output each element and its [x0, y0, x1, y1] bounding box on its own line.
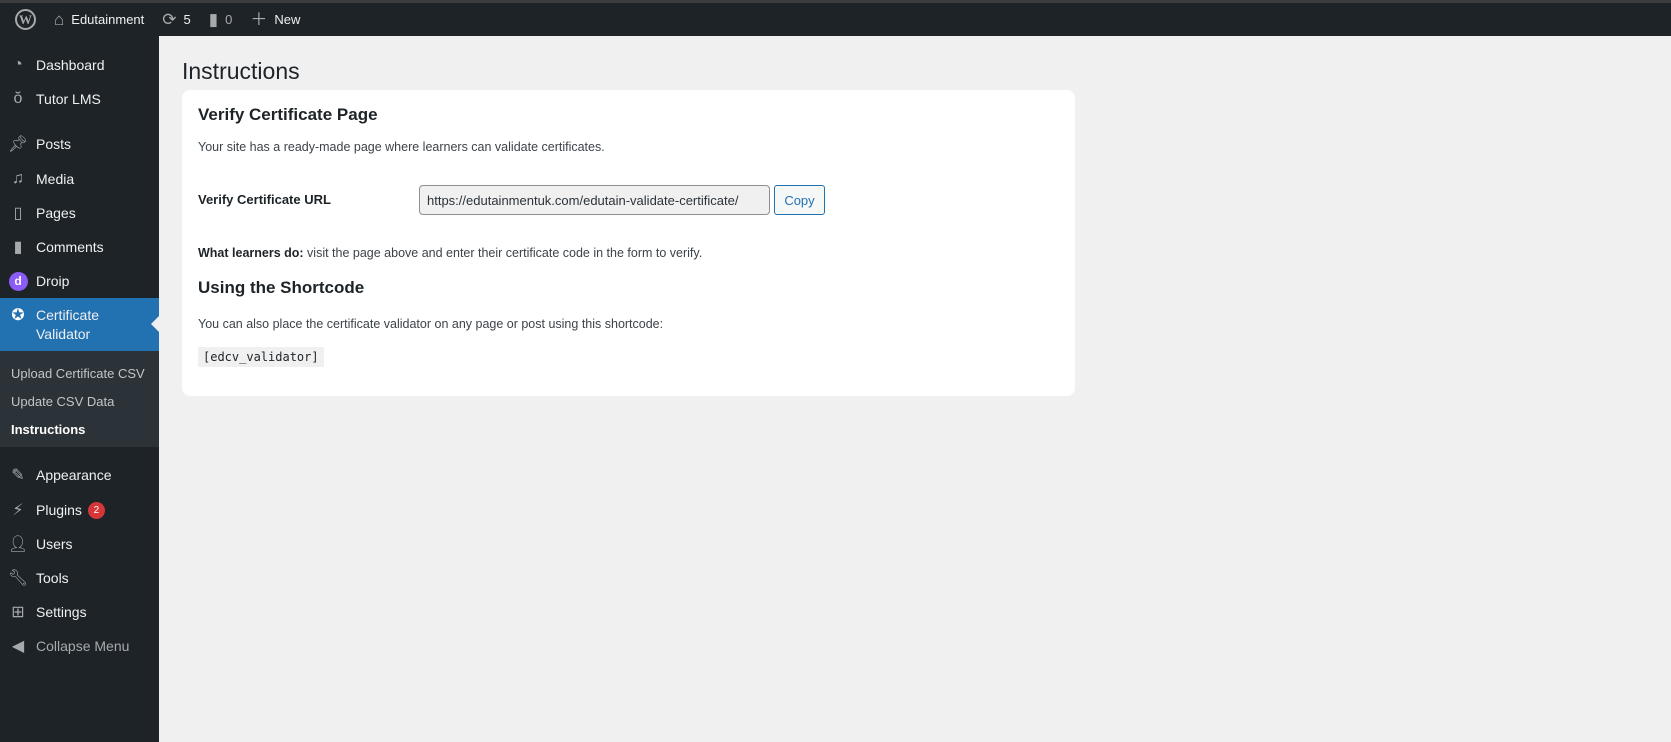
menu-label: Appearance — [36, 467, 112, 483]
pin-icon: 📌︎ — [7, 136, 29, 153]
sidebar-item-media[interactable]: ♫ Media — [0, 162, 159, 196]
sidebar-item-pages[interactable]: ▯ Pages — [0, 196, 159, 230]
sidebar-item-settings[interactable]: ⊞ Settings — [0, 595, 159, 629]
comment-icon: ▮ — [208, 10, 219, 29]
collapse-menu-button[interactable]: ◀ Collapse Menu — [0, 629, 159, 663]
sidebar-item-plugins[interactable]: ⚡︎ Plugins 2 — [0, 493, 159, 527]
menu-label: Users — [36, 536, 73, 552]
shortcode-code: [edcv_validator] — [198, 347, 324, 367]
sidebar-item-dashboard[interactable]: ◔ Dashboard — [0, 48, 159, 82]
menu-label: Certificate Validator — [36, 307, 100, 342]
pages-icon: ▯ — [13, 205, 23, 222]
collapse-icon: ◀ — [11, 638, 25, 655]
comments-link[interactable]: ▮ 0 — [200, 3, 242, 36]
dashboard-icon: ◔ — [13, 56, 23, 73]
shortcode-description: You can also place the certificate valid… — [198, 317, 664, 331]
sidebar-item-tutor-lms[interactable]: ŏ Tutor LMS — [0, 82, 159, 116]
learners-label: What learners do: — [198, 246, 304, 260]
award-icon: ✪ — [11, 307, 25, 324]
wrench-icon: 🔧︎ — [7, 570, 29, 587]
menu-label: Plugins — [36, 502, 82, 518]
submenu-upload-csv[interactable]: Upload Certificate CSV — [0, 359, 159, 387]
menu-label: Pages — [36, 205, 76, 221]
wordpress-logo-icon: W — [15, 9, 36, 30]
admin-bar: W ⌂ Edutainment ⟳ 5 ▮ 0 ＋ New — [0, 3, 1671, 36]
plugin-icon: ⚡︎ — [12, 502, 24, 519]
submenu-update-csv[interactable]: Update CSV Data — [0, 387, 159, 415]
plugins-update-badge: 2 — [87, 501, 105, 519]
menu-label: Settings — [36, 604, 87, 620]
user-icon: 👤︎ — [7, 536, 29, 553]
certificate-validator-submenu: Upload Certificate CSV Update CSV Data I… — [0, 351, 159, 447]
sidebar-item-certificate-validator[interactable]: ✪ Certificate Validator — [0, 298, 159, 351]
settings-icon: ⊞ — [11, 604, 25, 621]
menu-label: Tutor LMS — [36, 91, 101, 107]
tutor-icon: ŏ — [13, 90, 23, 107]
home-icon: ⌂ — [54, 10, 65, 29]
verify-url-label: Verify Certificate URL — [198, 192, 331, 207]
sidebar-item-droip[interactable]: d Droip — [0, 264, 159, 298]
learners-text: visit the page above and enter their cer… — [303, 246, 703, 260]
new-content-link[interactable]: ＋ New — [241, 3, 309, 36]
sidebar-item-posts[interactable]: 📌︎ Posts — [0, 127, 159, 161]
instructions-card: Verify Certificate Page Your site has a … — [182, 90, 1075, 396]
sidebar-item-appearance[interactable]: ✎ Appearance — [0, 458, 159, 492]
menu-label: Droip — [36, 273, 70, 289]
copy-url-button[interactable]: Copy — [774, 185, 825, 215]
menu-label: Comments — [36, 239, 104, 255]
sidebar-item-users[interactable]: 👤︎ Users — [0, 527, 159, 561]
verify-url-field[interactable] — [419, 185, 770, 215]
verify-page-heading: Verify Certificate Page — [198, 105, 378, 124]
site-name-link[interactable]: ⌂ Edutainment — [45, 3, 153, 36]
menu-label: Collapse Menu — [36, 638, 130, 654]
menu-label: Dashboard — [36, 57, 105, 73]
shortcode-heading: Using the Shortcode — [198, 278, 365, 297]
comments-count: 0 — [225, 12, 233, 27]
updates-icon: ⟳ — [162, 10, 177, 29]
sidebar-item-comments[interactable]: ▮ Comments — [0, 230, 159, 264]
menu-label: Media — [36, 171, 75, 187]
media-icon: ♫ — [12, 170, 24, 187]
verify-page-description: Your site has a ready-made page where le… — [198, 140, 605, 154]
sidebar-item-tools[interactable]: 🔧︎ Tools — [0, 561, 159, 595]
menu-label: Tools — [36, 570, 69, 586]
site-name: Edutainment — [71, 12, 145, 27]
plus-icon: ＋ — [250, 10, 268, 29]
wp-logo-menu[interactable]: W — [0, 3, 45, 36]
submenu-instructions[interactable]: Instructions — [0, 415, 159, 443]
droip-icon: d — [0, 271, 36, 291]
updates-count: 5 — [183, 12, 191, 27]
admin-sidebar: ◔ Dashboard ŏ Tutor LMS 📌︎ Posts ♫ Media ▯ Pa… — [0, 36, 159, 742]
page-title: Instructions — [182, 58, 300, 84]
menu-label: Posts — [36, 136, 72, 152]
new-label: New — [274, 12, 301, 27]
updates-link[interactable]: ⟳ 5 — [153, 3, 199, 36]
learners-instructions: What learners do: visit the page above a… — [198, 246, 702, 260]
brush-icon: ✎ — [11, 467, 25, 484]
comment-icon: ▮ — [13, 239, 23, 256]
